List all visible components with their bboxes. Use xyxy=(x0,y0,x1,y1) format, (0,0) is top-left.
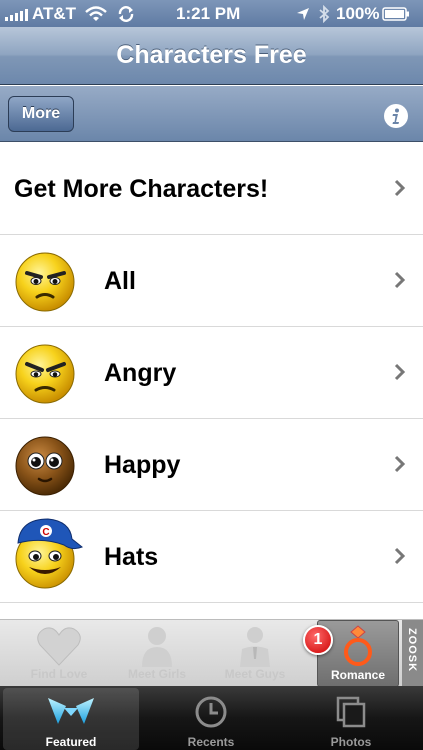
wifi-icon xyxy=(85,6,107,21)
tab-label: Photos xyxy=(330,735,372,749)
tab-recents[interactable]: Recents xyxy=(143,688,279,750)
row-label: Hats xyxy=(104,543,159,571)
chevron-right-icon xyxy=(394,363,406,381)
photos-icon xyxy=(336,696,366,728)
guy-icon xyxy=(240,627,270,667)
tab-bar: Featured Recents Photos xyxy=(0,686,423,750)
ad-label: Meet Girls xyxy=(127,667,187,681)
chevron-right-icon xyxy=(394,455,406,473)
character-list: Get More Characters! All Angry Happy C H… xyxy=(0,143,423,619)
ad-meet-guys[interactable]: Meet Guys xyxy=(206,620,304,687)
chevron-right-icon xyxy=(394,547,406,565)
row-label: All xyxy=(104,267,136,295)
notification-badge: 1 xyxy=(303,625,333,655)
sync-icon xyxy=(118,6,134,22)
tab-featured[interactable]: Featured xyxy=(3,688,139,750)
grumpy-face-icon xyxy=(15,252,75,312)
info-icon[interactable] xyxy=(383,103,409,129)
signal-bars-icon xyxy=(5,7,28,21)
tab-photos[interactable]: Photos xyxy=(283,688,419,750)
status-bar: AT&T 1:21 PM 100% xyxy=(0,0,423,27)
carrier-group: AT&T xyxy=(5,4,135,24)
list-item-angry[interactable]: Angry xyxy=(0,327,423,419)
toolbar: More xyxy=(0,86,423,142)
cap-face-icon: C xyxy=(15,518,83,589)
tab-label: Recents xyxy=(187,735,235,749)
battery-icon xyxy=(382,7,410,21)
ring-icon xyxy=(344,625,372,666)
list-item-all[interactable]: All xyxy=(0,235,423,327)
ad-meet-girls[interactable]: Meet Girls xyxy=(108,620,206,687)
ad-find-love[interactable]: Find Love xyxy=(10,620,108,687)
girl-icon xyxy=(142,627,172,667)
row-label: Happy xyxy=(104,451,181,479)
list-item-hats[interactable]: C Hats xyxy=(0,511,423,603)
list-item-happy[interactable]: Happy xyxy=(0,419,423,511)
chevron-right-icon xyxy=(394,179,406,197)
zoosk-ad-banner[interactable]: Find Love Meet Girls Meet Guys Romance Z… xyxy=(0,619,423,687)
chevron-right-icon xyxy=(394,271,406,289)
navigation-bar: Characters Free xyxy=(0,27,423,85)
carrier-name: AT&T xyxy=(32,4,77,23)
get-more-characters-row[interactable]: Get More Characters! xyxy=(0,143,423,235)
battery-percent: 100% xyxy=(336,4,380,23)
status-right-group: 100% xyxy=(296,4,410,24)
ad-label: Meet Guys xyxy=(224,667,286,681)
row-label: Get More Characters! xyxy=(14,175,269,203)
page-title: Characters Free xyxy=(116,41,307,69)
heart-icon xyxy=(37,627,81,666)
clock-icon xyxy=(195,696,227,728)
tab-label: Featured xyxy=(45,735,97,749)
zoosk-logo: ZOOSK xyxy=(402,620,423,687)
brown-face-icon xyxy=(15,436,75,496)
ad-label: Find Love xyxy=(30,667,88,681)
status-time: 1:21 PM xyxy=(176,4,241,23)
svg-text:C: C xyxy=(42,527,49,538)
angry-face-icon xyxy=(15,344,75,404)
list-item-partial xyxy=(0,603,423,619)
row-label: Angry xyxy=(104,359,177,387)
more-button[interactable]: More xyxy=(8,96,74,132)
bluetooth-icon xyxy=(319,5,330,23)
featured-icon xyxy=(48,698,94,724)
location-arrow-icon xyxy=(297,8,309,20)
ad-label: Romance xyxy=(330,668,386,682)
